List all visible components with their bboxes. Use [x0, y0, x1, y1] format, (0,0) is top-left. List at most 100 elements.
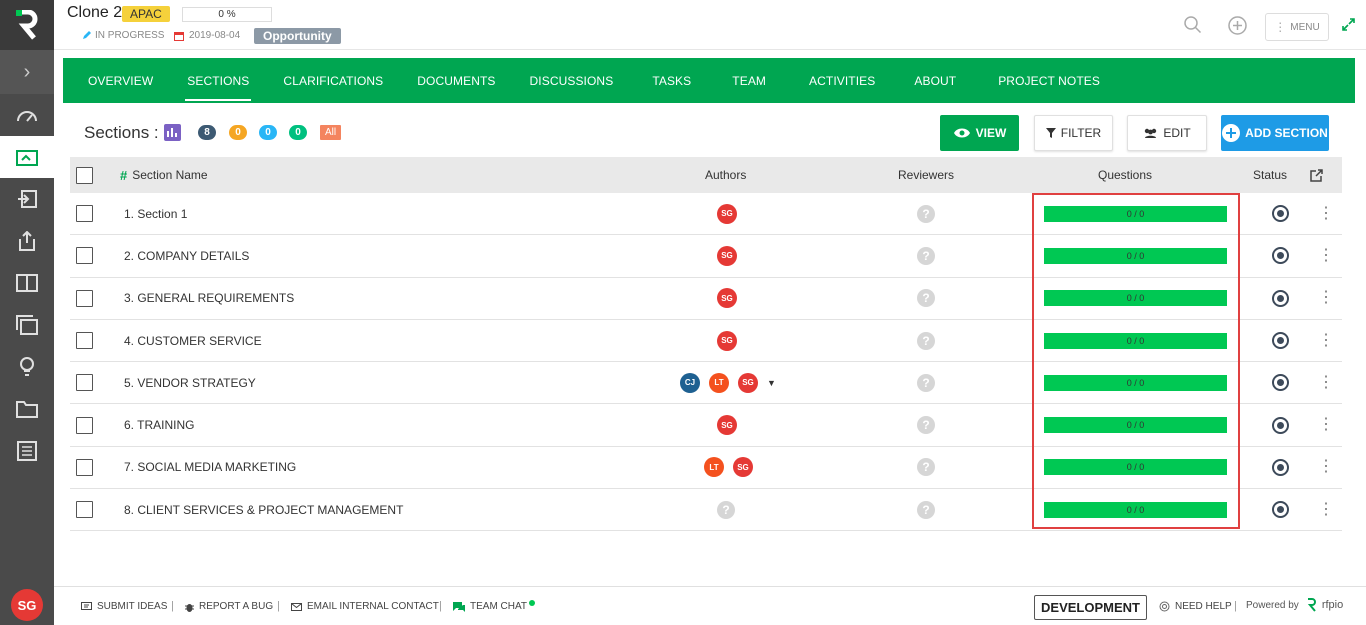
unassigned-reviewer-icon[interactable]: ? — [917, 331, 935, 350]
bar-chart-icon[interactable] — [164, 124, 181, 141]
sidebar-expand-button[interactable]: › — [0, 50, 54, 94]
row-actions[interactable]: ⋮ — [1318, 278, 1334, 319]
unassigned-reviewer-icon[interactable]: ? — [917, 373, 935, 392]
count-in-review[interactable]: 0 — [259, 125, 277, 140]
count-completed[interactable]: 0 — [289, 125, 307, 140]
sidebar-item-collections[interactable] — [0, 304, 54, 346]
row-actions[interactable]: ⋮ — [1318, 193, 1334, 234]
count-all[interactable]: All — [320, 125, 342, 140]
row-checkbox[interactable] — [76, 332, 93, 350]
caret-down-icon[interactable]: ▼ — [767, 378, 776, 388]
row-actions[interactable]: ⋮ — [1318, 362, 1334, 403]
sidebar-item-library[interactable] — [0, 262, 54, 304]
unassigned-reviewer-icon[interactable]: ? — [917, 416, 935, 435]
header-questions: Questions — [1098, 168, 1153, 182]
sidebar-item-reports[interactable] — [0, 430, 54, 472]
add-circle-icon[interactable] — [1228, 16, 1247, 40]
sidebar-item-documents[interactable] — [0, 388, 54, 430]
author-avatar[interactable]: SG — [717, 203, 737, 224]
section-name[interactable]: 7. SOCIAL MEDIA MARKETING — [124, 447, 296, 488]
plus-circle-icon — [1222, 124, 1241, 142]
author-avatar[interactable]: CJ — [680, 372, 700, 393]
row-checkbox[interactable] — [76, 205, 93, 223]
sidebar-item-projects[interactable] — [0, 136, 60, 178]
section-name[interactable]: 3. GENERAL REQUIREMENTS — [124, 278, 294, 319]
status-radio-icon[interactable] — [1272, 289, 1289, 307]
section-name[interactable]: 1. Section 1 — [124, 193, 187, 234]
section-name[interactable]: 2. COMPANY DETAILS — [124, 235, 249, 276]
tab-sections[interactable]: SECTIONS — [170, 58, 266, 103]
tab-clarifications[interactable]: CLARIFICATIONS — [266, 58, 400, 103]
unassigned-reviewer-icon[interactable]: ? — [917, 458, 935, 477]
app-logo[interactable] — [0, 0, 54, 50]
row-checkbox[interactable] — [76, 374, 93, 392]
count-total[interactable]: 8 — [198, 125, 216, 140]
sidebar-item-import[interactable] — [0, 178, 54, 220]
sidebar-item-export[interactable] — [0, 220, 54, 262]
unassigned-reviewer-icon[interactable]: ? — [917, 204, 935, 223]
section-name[interactable]: 4. CUSTOMER SERVICE — [124, 320, 262, 361]
row-actions[interactable]: ⋮ — [1318, 320, 1334, 361]
select-all-checkbox[interactable] — [76, 166, 93, 184]
report-bug-link[interactable]: REPORT A BUG — [185, 601, 273, 612]
email-contact-link[interactable]: EMAIL INTERNAL CONTACT — [291, 601, 439, 612]
tab-project-notes[interactable]: PROJECT NOTES — [981, 58, 1117, 103]
search-icon[interactable] — [1184, 16, 1202, 39]
section-name[interactable]: 8. CLIENT SERVICES & PROJECT MANAGEMENT — [124, 489, 403, 530]
row-checkbox[interactable] — [76, 289, 93, 307]
author-avatar[interactable]: SG — [717, 245, 737, 266]
tab-team[interactable]: TEAM — [715, 58, 792, 103]
tab-discussions[interactable]: DISCUSSIONS — [513, 58, 636, 103]
view-button[interactable]: VIEW — [940, 115, 1019, 151]
row-actions[interactable]: ⋮ — [1318, 447, 1334, 488]
section-name[interactable]: 6. TRAINING — [124, 404, 194, 445]
row-checkbox[interactable] — [76, 458, 93, 476]
row-checkbox[interactable] — [76, 247, 93, 265]
row-actions[interactable]: ⋮ — [1318, 489, 1334, 530]
author-avatar[interactable]: LT — [704, 457, 724, 478]
need-help-link[interactable]: NEED HELP — [1159, 601, 1232, 612]
count-pending[interactable]: 0 — [229, 125, 247, 140]
add-section-button[interactable]: ADD SECTION — [1221, 115, 1329, 151]
author-avatar[interactable]: SG — [738, 372, 758, 393]
calendar-icon — [174, 31, 184, 41]
team-chat-link[interactable]: TEAM CHAT — [453, 599, 536, 612]
status-radio-icon[interactable] — [1272, 247, 1289, 265]
submit-ideas-link[interactable]: SUBMIT IDEAS — [81, 601, 167, 612]
status-radio-icon[interactable] — [1272, 501, 1289, 519]
sidebar-item-ideas[interactable] — [0, 346, 54, 388]
edit-button[interactable]: EDIT — [1127, 115, 1207, 151]
status-radio-icon[interactable] — [1272, 374, 1289, 392]
tab-activities[interactable]: ACTIVITIES — [792, 58, 897, 103]
menu-button[interactable]: ⋮ MENU — [1265, 13, 1329, 41]
filter-button[interactable]: FILTER — [1034, 115, 1113, 151]
tab-about[interactable]: ABOUT — [897, 58, 981, 103]
author-avatar[interactable]: SG — [717, 415, 737, 436]
reviewers-cell: ? — [917, 404, 935, 445]
author-avatar[interactable]: SG — [717, 330, 737, 351]
status-radio-icon[interactable] — [1272, 458, 1289, 476]
author-avatar[interactable]: SG — [717, 288, 737, 309]
status-radio-icon[interactable] — [1272, 332, 1289, 350]
row-checkbox[interactable] — [76, 501, 93, 519]
section-name[interactable]: 5. VENDOR STRATEGY — [124, 362, 256, 403]
unassigned-reviewer-icon[interactable]: ? — [917, 289, 935, 308]
row-actions[interactable]: ⋮ — [1318, 404, 1334, 445]
tab-tasks[interactable]: TASKS — [635, 58, 715, 103]
user-avatar[interactable]: SG — [11, 589, 43, 621]
unassigned-reviewer-icon[interactable]: ? — [917, 500, 935, 519]
row-checkbox[interactable] — [76, 416, 93, 434]
unassigned-author-icon[interactable]: ? — [717, 500, 735, 519]
sidebar-item-dashboard[interactable] — [0, 94, 54, 136]
tab-documents[interactable]: DOCUMENTS — [400, 58, 512, 103]
tab-overview[interactable]: OVERVIEW — [63, 58, 170, 103]
header-section-name[interactable]: # Section Name — [120, 157, 208, 193]
author-avatar[interactable]: LT — [709, 372, 729, 393]
author-avatar[interactable]: SG — [733, 457, 753, 478]
external-link-icon[interactable] — [1310, 157, 1323, 193]
status-radio-icon[interactable] — [1272, 205, 1289, 223]
expand-icon[interactable] — [1342, 18, 1355, 36]
row-actions[interactable]: ⋮ — [1318, 235, 1334, 276]
unassigned-reviewer-icon[interactable]: ? — [917, 246, 935, 265]
status-radio-icon[interactable] — [1272, 416, 1289, 434]
